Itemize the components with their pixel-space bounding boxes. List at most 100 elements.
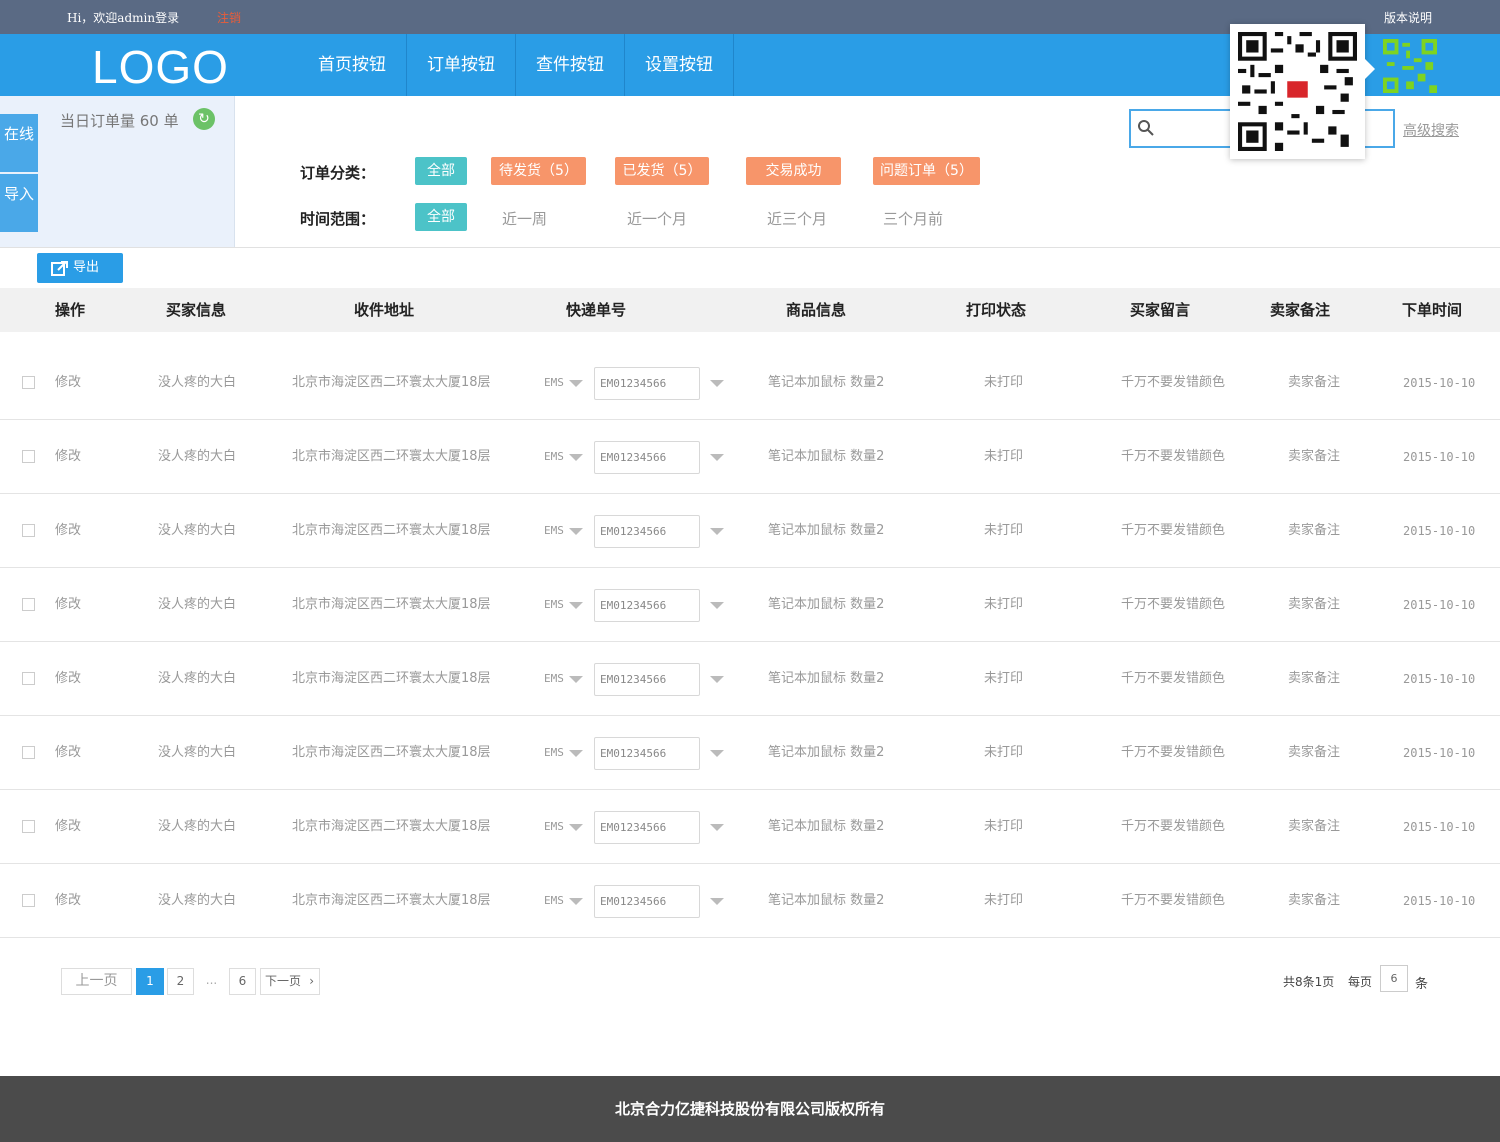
chevron-down-icon[interactable] (710, 824, 724, 831)
buyer-cell: 没人疼的大白 (158, 819, 237, 834)
edit-link[interactable]: 修改 (55, 864, 81, 938)
side-tab-import[interactable]: 导入 (0, 174, 38, 232)
carrier-select[interactable]: EMS (544, 642, 564, 716)
carrier-select[interactable]: EMS (544, 716, 564, 790)
address-cell: 北京市海淀区西二环寰太大厦18层 (292, 745, 491, 760)
chevron-down-icon[interactable] (710, 676, 724, 683)
chevron-down-icon[interactable] (710, 380, 724, 387)
chevron-down-icon[interactable] (710, 528, 724, 535)
col-header: 收件地址 (353, 301, 415, 319)
time-week-option[interactable]: 近一周 (502, 208, 547, 229)
qr-code-icon[interactable] (1383, 39, 1437, 93)
logout-link[interactable]: 注销 (217, 9, 241, 26)
goods-cell: 笔记本加鼠标 数量2 (768, 523, 885, 538)
refresh-icon[interactable]: ↻ (193, 108, 215, 130)
buyer-cell: 没人疼的大白 (158, 597, 237, 612)
tracking-number-field[interactable]: EM01234566 (594, 737, 700, 770)
advanced-search-link[interactable]: 高级搜索 (1403, 120, 1459, 140)
per-page-input[interactable]: 6 (1380, 965, 1408, 992)
chevron-down-icon[interactable] (569, 676, 583, 683)
carrier-select[interactable]: EMS (544, 568, 564, 642)
row-checkbox[interactable] (22, 376, 35, 389)
nav-tracking-button[interactable]: 查件按钮 (516, 34, 625, 96)
buyer-cell: 没人疼的大白 (158, 745, 237, 760)
chevron-down-icon[interactable] (569, 898, 583, 905)
time-three-months-option[interactable]: 近三个月 (767, 208, 827, 229)
per-page-unit: 条 (1415, 977, 1429, 992)
buyer-cell: 没人疼的大白 (158, 671, 237, 686)
tracking-number-field[interactable]: EM01234566 (594, 441, 700, 474)
buyer-message-cell: 千万不要发错颜色 (1121, 449, 1226, 464)
category-all-chip[interactable]: 全部 (415, 157, 467, 185)
edit-link[interactable]: 修改 (55, 790, 81, 864)
page-6-button[interactable]: 6 (229, 968, 256, 995)
edit-link[interactable]: 修改 (55, 642, 81, 716)
export-button[interactable]: 导出 (37, 253, 123, 283)
tracking-number-field[interactable]: EM01234566 (594, 885, 700, 918)
category-pending-chip[interactable]: 待发货（5） (491, 157, 586, 185)
category-label: 订单分类： (300, 164, 376, 182)
chevron-down-icon[interactable] (569, 454, 583, 461)
print-status-cell: 未打印 (984, 523, 1024, 538)
chevron-down-icon[interactable] (710, 898, 724, 905)
row-checkbox[interactable] (22, 894, 35, 907)
row-checkbox[interactable] (22, 746, 35, 759)
seller-note-cell: 卖家备注 (1288, 893, 1341, 908)
nav-settings-button[interactable]: 设置按钮 (625, 34, 734, 96)
category-success-chip[interactable]: 交易成功 (746, 157, 841, 185)
next-page-button[interactable]: 下一页 › (260, 968, 320, 995)
edit-link[interactable]: 修改 (55, 716, 81, 790)
row-checkbox[interactable] (22, 672, 35, 685)
address-cell: 北京市海淀区西二环寰太大厦18层 (292, 523, 491, 538)
print-status-cell: 未打印 (984, 819, 1024, 834)
address-cell: 北京市海淀区西二环寰太大厦18层 (292, 671, 491, 686)
edit-link[interactable]: 修改 (55, 494, 81, 568)
edit-link[interactable]: 修改 (55, 568, 81, 642)
buyer-cell: 没人疼的大白 (158, 523, 237, 538)
page-1-button[interactable]: 1 (136, 968, 164, 995)
seller-note-cell: 卖家备注 (1288, 597, 1341, 612)
edit-link[interactable]: 修改 (55, 420, 81, 494)
chevron-down-icon[interactable] (569, 824, 583, 831)
category-problem-chip[interactable]: 问题订单（5） (873, 157, 980, 185)
edit-link[interactable]: 修改 (55, 346, 81, 420)
time-all-chip[interactable]: 全部 (415, 203, 467, 231)
nav-orders-button[interactable]: 订单按钮 (407, 34, 516, 96)
nav-home-button[interactable]: 首页按钮 (298, 34, 407, 96)
goods-cell: 笔记本加鼠标 数量2 (768, 745, 885, 760)
row-checkbox[interactable] (22, 820, 35, 833)
prev-page-button[interactable]: 上一页 (61, 968, 132, 995)
col-header: 卖家备注 (1269, 301, 1331, 319)
chevron-down-icon[interactable] (569, 380, 583, 387)
carrier-select[interactable]: EMS (544, 790, 564, 864)
chevron-down-icon[interactable] (710, 454, 724, 461)
chevron-down-icon[interactable] (569, 602, 583, 609)
category-shipped-chip[interactable]: 已发货（5） (615, 157, 709, 185)
page-2-button[interactable]: 2 (167, 968, 194, 995)
tracking-number-field[interactable]: EM01234566 (594, 515, 700, 548)
chevron-down-icon[interactable] (710, 602, 724, 609)
carrier-select[interactable]: EMS (544, 420, 564, 494)
carrier-select[interactable]: EMS (544, 346, 564, 420)
export-label: 导出 (73, 260, 100, 275)
side-tab-online[interactable]: 在线 (0, 114, 38, 172)
carrier-select[interactable]: EMS (544, 864, 564, 938)
tracking-number-field[interactable]: EM01234566 (594, 811, 700, 844)
tracking-number-field[interactable]: EM01234566 (594, 589, 700, 622)
row-checkbox[interactable] (22, 450, 35, 463)
carrier-select[interactable]: EMS (544, 494, 564, 568)
time-month-option[interactable]: 近一个月 (627, 208, 687, 229)
chevron-down-icon[interactable] (569, 750, 583, 757)
tracking-number-field[interactable]: EM01234566 (594, 663, 700, 696)
divider (0, 247, 1500, 248)
address-cell: 北京市海淀区西二环寰太大厦18层 (292, 893, 491, 908)
row-checkbox[interactable] (22, 524, 35, 537)
version-link[interactable]: 版本说明 (1384, 9, 1432, 26)
time-older-option[interactable]: 三个月前 (883, 208, 943, 229)
address-cell: 北京市海淀区西二环寰太大厦18层 (292, 449, 491, 464)
table-row: 修改 没人疼的大白 北京市海淀区西二环寰太大厦18层 EMS 笔记本加鼠标 数量2 未打印… (0, 494, 1500, 568)
row-checkbox[interactable] (22, 598, 35, 611)
chevron-down-icon[interactable] (569, 528, 583, 535)
chevron-down-icon[interactable] (710, 750, 724, 757)
tracking-number-field[interactable]: EM01234566 (594, 367, 700, 400)
